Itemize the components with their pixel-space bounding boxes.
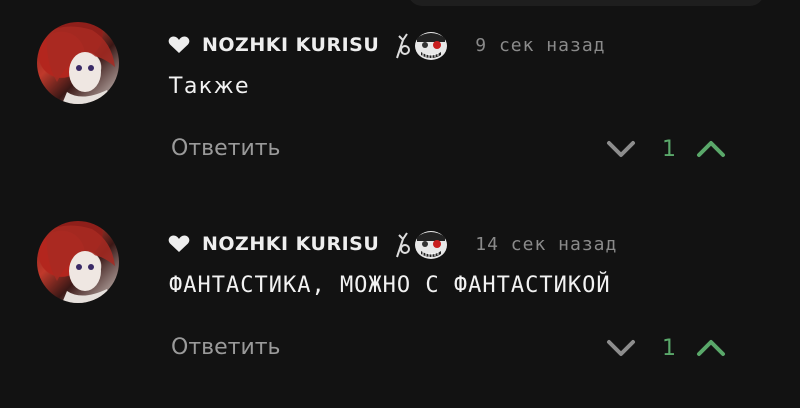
tokyo-ghoul-badge-icon: [391, 28, 455, 62]
comment-item: NOZHKI KURISU 14 сек назад ФАНТАСТИКА, М…: [0, 199, 800, 399]
reply-button[interactable]: Ответить: [171, 136, 281, 161]
vote-down-chevron-icon[interactable]: [604, 137, 638, 161]
avatar[interactable]: [37, 221, 119, 303]
avatar[interactable]: [37, 22, 119, 104]
comment-header: NOZHKI KURISU 9 сек назад: [168, 32, 606, 60]
timestamp: 9 сек назад: [475, 34, 606, 56]
heart-icon: [168, 36, 190, 54]
vote-controls: 1: [604, 333, 728, 363]
comment-item: NOZHKI KURISU 9 сек назад Также Ответить: [0, 0, 800, 200]
reply-button[interactable]: Ответить: [171, 335, 281, 360]
timestamp: 14 сек назад: [475, 233, 618, 255]
comments-screen: NOZHKI KURISU 9 сек назад Также Ответить: [0, 0, 800, 408]
comment-header: NOZHKI KURISU 14 сек назад: [168, 231, 618, 259]
vote-controls: 1: [604, 134, 728, 164]
tokyo-ghoul-badge-icon: [391, 227, 455, 261]
username[interactable]: NOZHKI KURISU: [202, 233, 379, 255]
username[interactable]: NOZHKI KURISU: [202, 34, 379, 56]
vote-count: 1: [662, 335, 676, 361]
vote-up-chevron-icon[interactable]: [694, 336, 728, 360]
vote-down-chevron-icon[interactable]: [604, 336, 638, 360]
comment-text: ФАНТАСТИКА, МОЖНО С ФАНТАСТИКОЙ: [169, 273, 611, 298]
vote-up-chevron-icon[interactable]: [694, 137, 728, 161]
comment-text: Также: [169, 74, 251, 99]
heart-icon: [168, 235, 190, 253]
vote-count: 1: [662, 136, 676, 162]
